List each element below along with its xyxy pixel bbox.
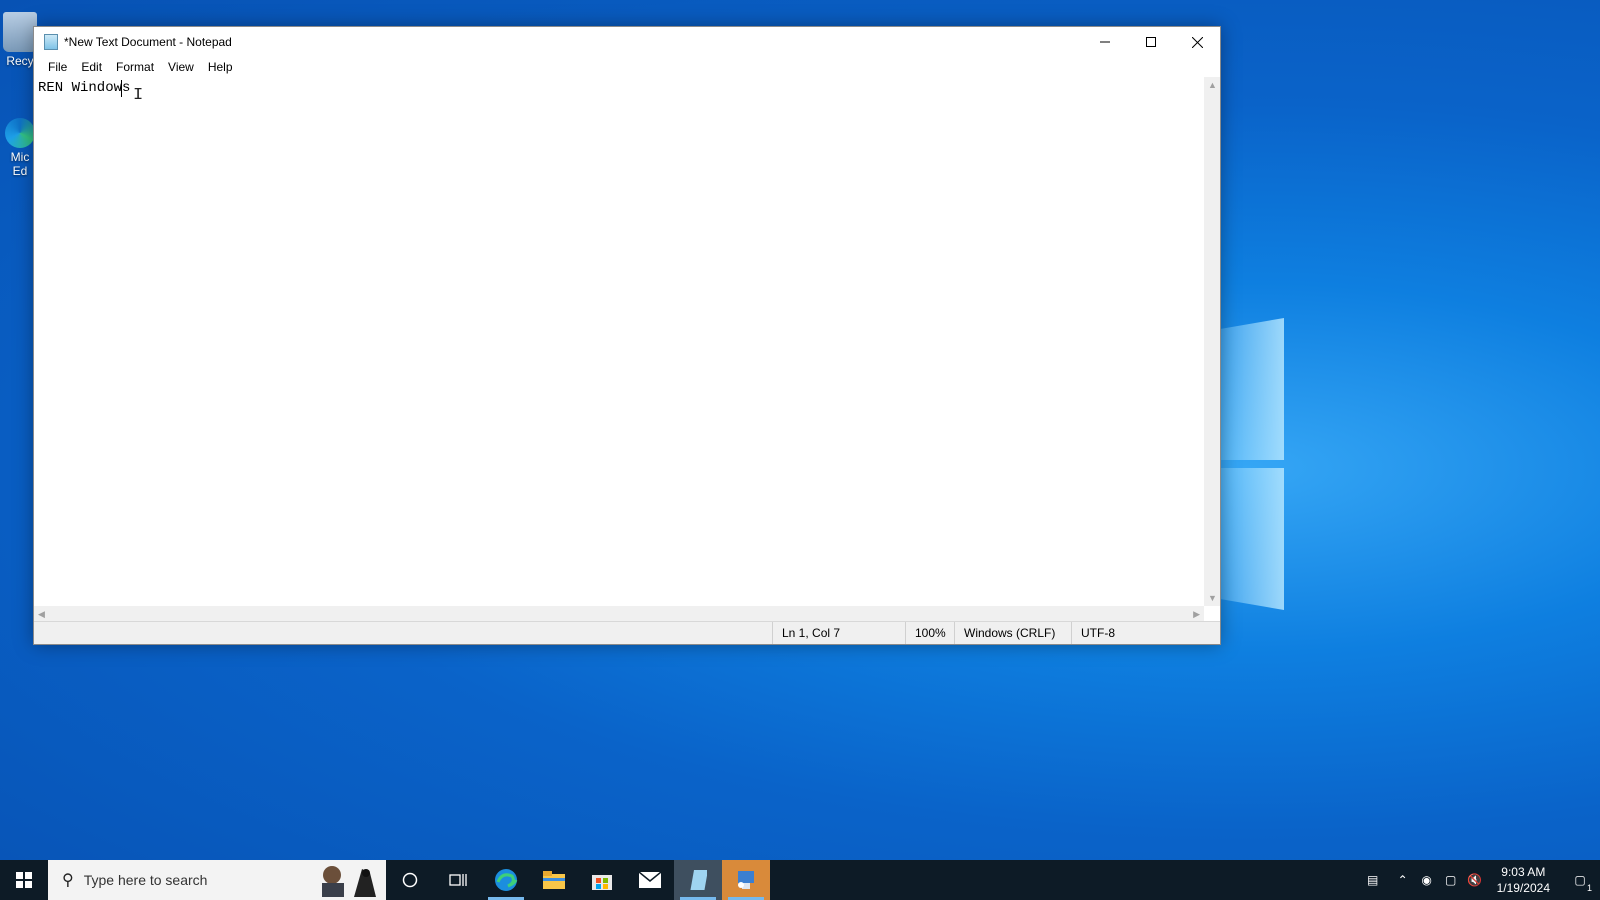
file-explorer-button[interactable]: [530, 860, 578, 900]
minimize-button[interactable]: [1082, 27, 1128, 57]
volume-muted-icon[interactable]: 🔇: [1463, 873, 1487, 887]
search-placeholder: Type here to search: [83, 872, 208, 888]
scroll-right-icon[interactable]: ▶: [1193, 609, 1200, 620]
title-bar[interactable]: *New Text Document - Notepad: [34, 27, 1220, 57]
recycle-bin-icon: [3, 12, 37, 52]
clock-time: 9:03 AM: [1501, 865, 1546, 879]
notepad-app-icon[interactable]: [44, 34, 58, 50]
status-zoom: 100%: [905, 622, 955, 644]
edge-taskbar-button[interactable]: [482, 860, 530, 900]
mail-button[interactable]: [626, 860, 674, 900]
notepad-window: *New Text Document - Notepad File Edit F…: [33, 26, 1221, 645]
keyboard-layout-icon[interactable]: ▤: [1355, 873, 1391, 887]
text-editor[interactable]: REN Windows: [34, 77, 1204, 606]
minimize-icon: [1100, 41, 1110, 43]
system-tray: ▤ ⌃ ◉ ▢ 🔇 9:03 AM 1/19/2024 ▢ 1: [1355, 860, 1600, 900]
taskbar: ⚲ Type here to search ▤ ⌃ ◉ ▢ 🔇 9:03 AM …: [0, 860, 1600, 900]
scroll-down-icon[interactable]: ▼: [1208, 593, 1217, 603]
clock-date: 1/19/2024: [1496, 881, 1550, 895]
windows-wallpaper-logo: [1218, 318, 1284, 618]
maximize-button[interactable]: [1128, 27, 1174, 57]
text-caret: [121, 80, 122, 97]
store-icon: [592, 875, 612, 890]
menu-view[interactable]: View: [161, 60, 201, 74]
scroll-left-icon[interactable]: ◀: [38, 609, 45, 620]
start-button[interactable]: [0, 860, 48, 900]
recycle-bin-label: Recy: [6, 54, 34, 68]
task-view-button[interactable]: [434, 860, 482, 900]
control-panel-taskbar-button[interactable]: [722, 860, 770, 900]
menu-format[interactable]: Format: [109, 60, 161, 74]
status-position: Ln 1, Col 7: [772, 622, 904, 644]
mail-icon: [639, 872, 661, 888]
menu-help[interactable]: Help: [201, 60, 240, 74]
store-button[interactable]: [578, 860, 626, 900]
notification-icon: ▢: [1574, 873, 1586, 887]
cortana-icon: [402, 872, 418, 888]
status-encoding: UTF-8: [1071, 622, 1191, 644]
chevron-up-icon[interactable]: ⌃: [1391, 873, 1415, 887]
ibeam-cursor-icon: I: [133, 86, 144, 105]
search-icon: ⚲: [62, 872, 74, 889]
notification-count-badge: 1: [1586, 883, 1592, 893]
vertical-scrollbar[interactable]: ▲ ▼: [1204, 77, 1220, 606]
notepad-icon: [690, 870, 707, 890]
windows-start-icon: [16, 872, 32, 888]
edge-desktop-icon: [5, 118, 35, 148]
horizontal-scrollbar[interactable]: ◀ ▶: [34, 606, 1204, 622]
search-highlight-illustration-icon: [322, 866, 376, 897]
meet-now-icon[interactable]: ◉: [1415, 873, 1439, 887]
control-panel-icon: [738, 871, 754, 889]
edge-icon: [495, 869, 518, 891]
close-button[interactable]: [1174, 27, 1220, 57]
taskbar-search[interactable]: ⚲ Type here to search: [48, 860, 386, 900]
notepad-taskbar-button[interactable]: [674, 860, 722, 900]
close-icon: [1191, 36, 1203, 48]
task-view-icon: [449, 874, 467, 886]
window-title: *New Text Document - Notepad: [64, 35, 232, 49]
menu-edit[interactable]: Edit: [74, 60, 109, 74]
menu-file[interactable]: File: [41, 60, 74, 74]
status-line-ending: Windows (CRLF): [954, 622, 1070, 644]
cortana-button[interactable]: [386, 860, 434, 900]
scroll-up-icon[interactable]: ▲: [1208, 80, 1217, 90]
menu-bar: File Edit Format View Help: [34, 57, 1220, 77]
clock[interactable]: 9:03 AM 1/19/2024: [1497, 864, 1550, 896]
maximize-icon: [1146, 37, 1156, 47]
network-icon[interactable]: ▢: [1439, 873, 1463, 887]
file-explorer-icon: [543, 871, 565, 889]
notification-center-button[interactable]: ▢ 1: [1560, 873, 1600, 893]
status-bar: Ln 1, Col 7 100% Windows (CRLF) UTF-8: [34, 621, 1220, 644]
